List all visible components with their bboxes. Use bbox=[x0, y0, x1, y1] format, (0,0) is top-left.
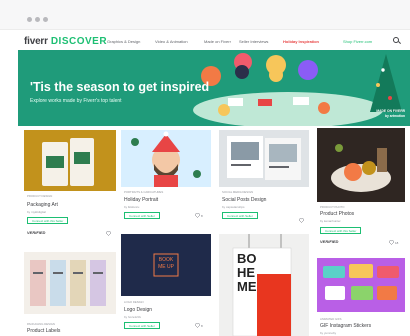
heart-icon[interactable] bbox=[195, 323, 200, 328]
hero-title: 'Tis the season to get inspired bbox=[30, 80, 210, 94]
card-category: ANIMATED GIFS bbox=[320, 317, 342, 321]
card-category: SOCIAL MEDIA DESIGN bbox=[222, 190, 254, 194]
card-thumbnail[interactable] bbox=[317, 258, 405, 312]
heart-icon[interactable] bbox=[389, 240, 394, 245]
poster-image bbox=[219, 234, 309, 336]
card-title[interactable]: Logo Design bbox=[124, 307, 152, 313]
like-count: 8 bbox=[201, 214, 203, 218]
card-seller[interactable]: by kenanhunter bbox=[320, 219, 341, 223]
stickers-image bbox=[317, 258, 405, 312]
card-thumbnail[interactable] bbox=[24, 252, 116, 314]
card-thumbnail[interactable]: BOOK ME UP bbox=[121, 234, 211, 296]
card-thumbnail[interactable]: BO HE ME bbox=[219, 234, 309, 336]
hero-credit[interactable]: MADE ON FIVERR by artmotion bbox=[375, 109, 405, 118]
top-navigation: fiverr DISCOVER Graphics & Design Video &… bbox=[0, 30, 410, 50]
connect-seller-button[interactable]: Connect with Seller bbox=[124, 322, 160, 329]
window-minimize-dot[interactable] bbox=[35, 17, 40, 22]
card-title[interactable]: Product Photos bbox=[320, 211, 354, 217]
card-seller[interactable]: by capsularstrips bbox=[222, 205, 245, 209]
card-category: PACKAGING DESIGN bbox=[27, 322, 55, 326]
title-bar bbox=[0, 0, 410, 30]
card-poster[interactable]: BO HE ME bbox=[219, 234, 309, 336]
portrait-image bbox=[121, 130, 211, 187]
search-icon[interactable] bbox=[393, 37, 399, 43]
nav-link-graphics[interactable]: Graphics & Design bbox=[107, 39, 140, 44]
like-count: 18 bbox=[395, 241, 399, 245]
card-thumbnail[interactable] bbox=[317, 128, 405, 202]
poster-image-text: BO HE ME bbox=[237, 251, 257, 294]
fiverr-logo[interactable]: fiverr DISCOVER bbox=[24, 36, 107, 47]
card-category: PRODUCT DESIGN bbox=[27, 194, 53, 198]
card-thumbnail[interactable] bbox=[121, 130, 211, 187]
window-close-dot[interactable] bbox=[27, 17, 32, 22]
labels-image bbox=[24, 252, 116, 314]
card-seller[interactable]: by hoze123x bbox=[124, 315, 141, 319]
card-packaging-art[interactable]: PRODUCT DESIGN Packaging Art by mykitdig… bbox=[24, 130, 116, 242]
nav-link-video[interactable]: Video & Animation bbox=[155, 39, 188, 44]
connect-seller-button[interactable]: Connect with this Seller bbox=[320, 227, 362, 234]
card-title[interactable]: Packaging Art bbox=[27, 202, 58, 208]
heart-icon[interactable] bbox=[299, 218, 304, 223]
card-logo-design[interactable]: BOOK ME UP LOGO DESIGN Logo Design by ho… bbox=[121, 234, 211, 336]
card-category: PRODUCT PHOTO bbox=[320, 205, 345, 209]
card-seller[interactable]: by lktsfenru bbox=[124, 205, 139, 209]
product-photo-image bbox=[317, 128, 405, 202]
card-product-labels[interactable]: PACKAGING DESIGN Product Labels bbox=[24, 252, 116, 336]
connect-seller-button[interactable]: Connect with Seller bbox=[222, 212, 258, 219]
card-gif-stickers[interactable]: ANIMATED GIFS GIF Instagram Stickers by … bbox=[317, 258, 405, 336]
packaging-image bbox=[24, 130, 116, 191]
logo-subtitle: DISCOVER bbox=[50, 36, 108, 47]
nav-link-holiday[interactable]: Holiday Inspiration bbox=[283, 39, 319, 44]
hero-banner[interactable]: 'Tis the season to get inspired Explore … bbox=[18, 50, 410, 126]
verified-badge: VERIFIED bbox=[320, 239, 339, 244]
card-social-posts[interactable]: SOCIAL MEDIA DESIGN Social Posts Design … bbox=[219, 130, 309, 226]
shop-fiverr-link[interactable]: Shop Fiverr.com bbox=[343, 39, 372, 44]
window-maximize-dot[interactable] bbox=[43, 17, 48, 22]
card-category: PORTRAITS & CARICATURES bbox=[124, 190, 164, 194]
card-title[interactable]: GIF Instagram Stickers bbox=[320, 323, 371, 329]
heart-icon[interactable] bbox=[195, 213, 200, 218]
heart-icon[interactable] bbox=[106, 231, 111, 236]
hero-subtitle: Explore works made by Fiverr's top talen… bbox=[30, 98, 122, 104]
connect-seller-button[interactable]: Connect with this Seller bbox=[27, 217, 69, 224]
nav-link-made-on-fiverr[interactable]: Made on Fiverr bbox=[204, 39, 231, 44]
card-holiday-portrait[interactable]: PORTRAITS & CARICATURES Holiday Portrait… bbox=[121, 130, 211, 226]
card-title[interactable]: Holiday Portrait bbox=[124, 197, 158, 203]
card-category: LOGO DESIGN bbox=[124, 300, 144, 304]
like-count: 8 bbox=[201, 324, 203, 328]
browser-window: fiverr DISCOVER Graphics & Design Video &… bbox=[0, 0, 410, 336]
verified-badge: VERIFIED bbox=[27, 230, 46, 235]
logo-text: fiverr bbox=[24, 36, 48, 47]
card-title[interactable]: Product Labels bbox=[27, 328, 60, 334]
card-seller[interactable]: by mykitdigital bbox=[27, 210, 46, 214]
card-thumbnail[interactable] bbox=[24, 130, 116, 191]
logo-image-text: BOOK ME UP bbox=[158, 257, 174, 270]
social-posts-image bbox=[219, 130, 309, 187]
card-product-photos[interactable]: PRODUCT PHOTO Product Photos by kenanhun… bbox=[317, 128, 405, 248]
card-thumbnail[interactable] bbox=[219, 130, 309, 187]
card-title[interactable]: Social Posts Design bbox=[222, 197, 266, 203]
card-seller[interactable]: by yumnoby bbox=[320, 331, 336, 335]
connect-seller-button[interactable]: Connect with Seller bbox=[124, 212, 160, 219]
nav-link-seller-interviews[interactable]: Seller Interviews bbox=[239, 39, 268, 44]
